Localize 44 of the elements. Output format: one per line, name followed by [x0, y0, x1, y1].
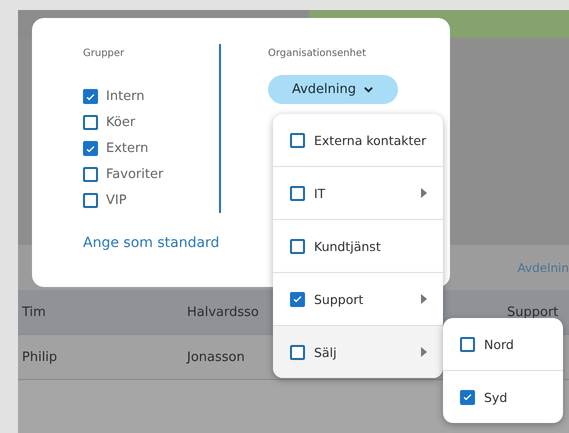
checkbox[interactable] — [83, 167, 98, 182]
checkbox[interactable] — [83, 115, 98, 130]
table-cell-text: Tim — [21, 304, 46, 320]
checkbox[interactable] — [83, 89, 98, 104]
menu-item-label: IT — [314, 186, 326, 200]
checkbox[interactable] — [460, 390, 475, 404]
menu-item-label: Sälj — [314, 344, 338, 360]
checkbox[interactable] — [460, 336, 475, 352]
column-header: Avdelnin — [518, 260, 569, 274]
chevron-down-icon — [363, 84, 374, 95]
checkbox[interactable] — [83, 141, 98, 156]
checkbox-label: Favoriter — [106, 167, 164, 182]
table-cell-text: Jonasson — [185, 350, 245, 364]
table-cell-text: Philip — [21, 350, 58, 364]
menu-item[interactable]: Sälj — [273, 326, 443, 378]
menu-item-label: Nord — [484, 336, 514, 352]
menu-item[interactable]: Nord — [443, 318, 563, 371]
checkbox[interactable] — [290, 292, 305, 306]
menu-item-label: Syd — [484, 390, 508, 404]
checkbox[interactable] — [290, 238, 305, 254]
checkbox[interactable] — [290, 186, 305, 200]
menu-item[interactable]: IT — [273, 167, 443, 220]
menu-item[interactable]: Externa kontakter — [273, 114, 443, 167]
submenu-arrow-icon — [421, 188, 427, 198]
checkbox[interactable] — [290, 132, 305, 148]
table-cell-text: Halvardsso — [186, 304, 259, 320]
submenu-arrow-icon — [421, 347, 427, 357]
table-cell-text: Support — [506, 304, 558, 320]
checkbox-label: Intern — [106, 89, 145, 104]
menu-item[interactable]: Kundtjänst — [273, 220, 443, 273]
menu-item-label: Support — [314, 292, 364, 306]
section-title: Grupper — [83, 48, 126, 59]
checkbox[interactable] — [290, 344, 305, 360]
department-dropdown-button[interactable]: Avdelning — [268, 75, 398, 104]
submenu-arrow-icon — [421, 294, 427, 304]
menu-item-label: Externa kontakter — [314, 132, 427, 148]
menu-item[interactable]: Syd — [443, 371, 563, 423]
checkbox-label: Köer — [106, 115, 136, 130]
checkbox[interactable] — [83, 193, 98, 208]
section-title: Organisationsenhet — [268, 48, 366, 59]
checkbox-label: VIP — [106, 193, 127, 208]
menu-item-label: Kundtjänst — [314, 238, 382, 254]
checkbox-label: Extern — [106, 141, 148, 156]
set-default-link[interactable]: Ange som standard — [83, 235, 220, 251]
